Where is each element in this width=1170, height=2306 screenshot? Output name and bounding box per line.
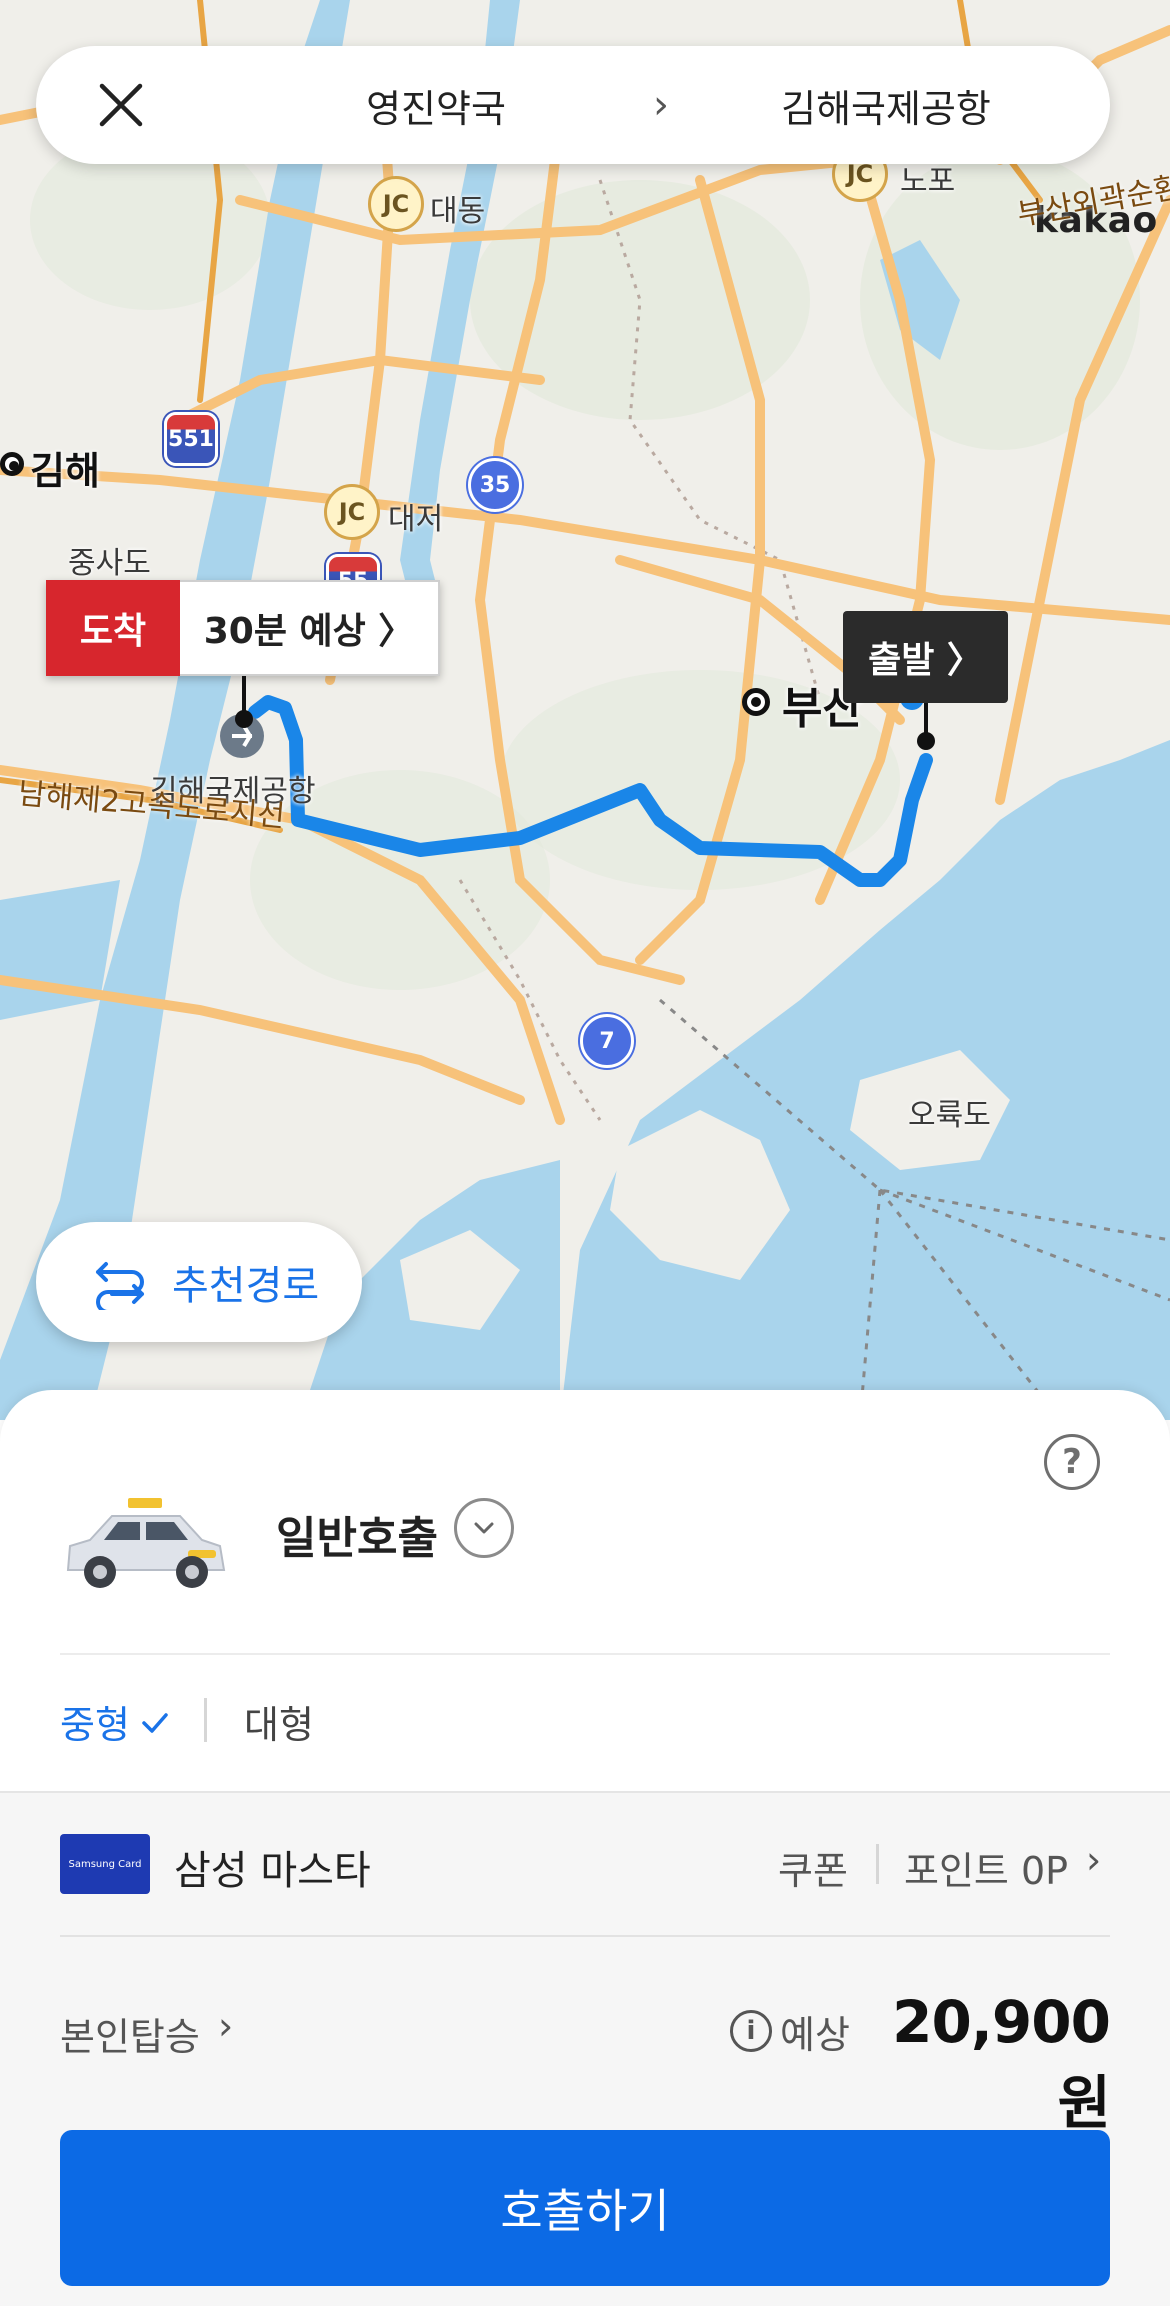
ride-type-dropdown[interactable] bbox=[454, 1498, 514, 1558]
destination-label[interactable]: 김해국제공항 bbox=[696, 78, 1076, 133]
junction-marker: JC bbox=[368, 176, 424, 232]
recommended-route-button[interactable]: 추천경로 bbox=[36, 1222, 362, 1342]
card-logo: Samsung Card bbox=[60, 1834, 150, 1894]
payment-card-name[interactable]: 삼성 마스타 bbox=[174, 1838, 371, 1896]
coupon-button[interactable]: 쿠폰 bbox=[778, 1840, 848, 1895]
busan-city-dot bbox=[742, 688, 770, 716]
map-view[interactable]: kakao 김해 중사도 대동 대저 노포 부산외곽순환 부산 김해국제공항 남… bbox=[0, 0, 1170, 1420]
separator bbox=[204, 1698, 207, 1742]
size-medium-label: 중형 bbox=[60, 1703, 130, 1747]
arrival-label: 도착 bbox=[46, 580, 180, 676]
map-label-jungsado: 중사도 bbox=[68, 546, 151, 581]
divider bbox=[60, 1653, 1110, 1655]
info-icon[interactable]: i bbox=[730, 2010, 772, 2052]
points-button[interactable]: 포인트 0P bbox=[904, 1840, 1068, 1895]
arrival-pin-dot bbox=[235, 710, 253, 728]
recommended-route-label: 추천경로 bbox=[172, 1263, 320, 1309]
self-ride-option[interactable]: 본인탑승 bbox=[60, 2006, 200, 2061]
route-shield-551: 551 bbox=[164, 412, 218, 466]
map-label-oryukdo: 오륙도 bbox=[908, 1098, 991, 1133]
ride-type-label[interactable]: 일반호출 bbox=[276, 1502, 438, 1566]
chevron-right-icon: › bbox=[1086, 1838, 1102, 1882]
estimate-label: 예상 bbox=[780, 2013, 850, 2057]
map-label-daejeo: 대저 bbox=[388, 502, 444, 537]
junction-marker: JC bbox=[324, 484, 380, 540]
departure-tag[interactable]: 출발 〉 bbox=[843, 611, 1008, 703]
arrival-tag[interactable]: 도착 30분 예상 〉 bbox=[46, 580, 440, 676]
map-label-gimhae: 김해 bbox=[30, 449, 100, 493]
route-shield-35: 35 bbox=[468, 458, 522, 512]
origin-label[interactable]: 영진약국 bbox=[266, 78, 606, 133]
chevron-down-icon bbox=[474, 1522, 494, 1534]
map-canvas bbox=[0, 0, 1170, 1420]
route-arrow-icon: › bbox=[653, 82, 669, 128]
call-taxi-button[interactable]: 호출하기 bbox=[60, 2130, 1110, 2286]
help-icon[interactable]: ? bbox=[1044, 1434, 1100, 1490]
map-label-daedong: 대동 bbox=[430, 194, 486, 229]
arrival-eta: 30분 예상 〉 bbox=[180, 580, 440, 676]
size-option-large[interactable]: 대형 bbox=[244, 1694, 314, 1749]
chevron-right-icon: › bbox=[218, 2004, 234, 2048]
checkmark-icon bbox=[142, 1712, 168, 1733]
route-shield-7: 7 bbox=[580, 1014, 634, 1068]
divider bbox=[60, 1935, 1110, 1937]
estimated-fare: 20,900원 bbox=[892, 1988, 1111, 2137]
route-swap-icon bbox=[96, 1262, 144, 1310]
size-option-medium[interactable]: 중형 bbox=[60, 1694, 170, 1749]
route-summary-bar[interactable]: 영진약국 › 김해국제공항 bbox=[36, 46, 1110, 164]
departure-pin-dot bbox=[917, 732, 935, 750]
gimhae-city-dot bbox=[0, 452, 24, 476]
close-icon[interactable] bbox=[96, 80, 146, 130]
taxi-car-icon bbox=[66, 1498, 226, 1588]
separator bbox=[876, 1844, 879, 1884]
